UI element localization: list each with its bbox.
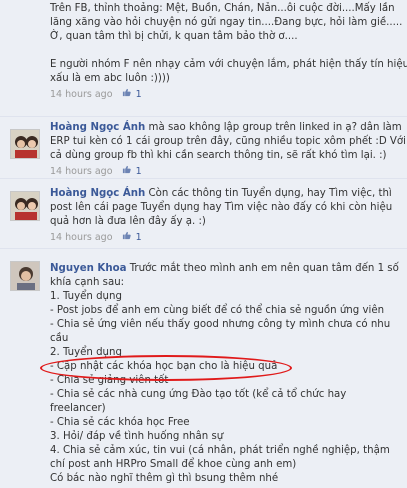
comment-meta: 14 hours ago 1 [50, 165, 387, 177]
comment-line: - Chia sẻ các nhà cung ứng Đào tạo tốt (… [50, 389, 347, 400]
comment-line: - Post jobs để anh em cùng biết để có th… [50, 305, 385, 316]
comment: Nguyen Khoa Trước mắt theo mình anh em n… [0, 249, 407, 488]
comment-line: chí post anh HRPro Small để khoe cùng an… [50, 459, 297, 470]
comment-meta: 14 hours ago 1 [50, 88, 387, 100]
timestamp-link[interactable]: 14 hours ago [50, 166, 113, 177]
comment-line: ERP tui kèn có 1 cái group trên đây, cũn… [50, 136, 406, 147]
comment-text: Nguyen Khoa Trước mắt theo mình anh em n… [50, 262, 399, 486]
comment-line: - Chia sẻ giảng viên tốt [50, 375, 169, 386]
thumbs-up-icon[interactable] [122, 231, 131, 243]
comment: Hoàng Ngọc Ánh mà sao không lập group tr… [0, 117, 407, 179]
thumbs-up-icon[interactable] [122, 88, 131, 100]
comment-line [50, 44, 387, 58]
avatar[interactable] [10, 261, 40, 291]
comment-line: - Chia sẻ ứng viên nếu thấy good nhưng c… [50, 319, 391, 330]
comment-line: mà sao không lập group trên linked in ạ?… [148, 122, 402, 133]
timestamp-link[interactable]: 14 hours ago [50, 232, 113, 243]
comment-line: - Chia sẻ các khóa học Free [50, 417, 190, 428]
comment-line: - Cập nhật các khóa học bạn cho là hiệu … [50, 361, 278, 372]
comment-line: khía cạnh sau: [50, 277, 125, 288]
comment-line: xấu là em abc luôn :)))) [50, 73, 170, 84]
comment-body: Hoàng Ngọc Ánh Còn các thông tin Tuyển d… [50, 187, 393, 243]
comment-line: E người nhóm F nên nhạy cảm với chuyện l… [50, 59, 407, 70]
comment-line: freelancer) [50, 403, 106, 414]
comment-body: Trên FB, thỉnh thoảng: Mệt, Buồn, Chán, … [50, 2, 407, 100]
comment-line: Còn các thông tin Tuyển dụng, hay Tìm vi… [148, 188, 392, 199]
comment-body: Hoàng Ngọc Ánh mà sao không lập group tr… [50, 121, 406, 177]
author-link[interactable]: Hoàng Ngọc Ánh [50, 122, 145, 133]
comment: Trên FB, thỉnh thoảng: Mệt, Buồn, Chán, … [0, 0, 407, 117]
comment-text: Hoàng Ngọc Ánh mà sao không lập group tr… [50, 121, 406, 163]
author-link[interactable]: Hoàng Ngọc Ánh [50, 188, 145, 199]
comment-line: 3. Hỏi/ đáp về tình huống nhân sự [50, 431, 224, 442]
comment-line: 1. Tuyển dụng [50, 291, 122, 302]
comment-line: Trên FB, thỉnh thoảng: Mệt, Buồn, Chán, … [50, 3, 395, 14]
comment-line: 4. Chia sẻ cảm xúc, tin vui (cá nhân, ph… [50, 445, 390, 456]
timestamp-link[interactable]: 14 hours ago [50, 89, 113, 100]
comment-line: Trước mắt theo mình anh em nên quan tâm … [129, 263, 399, 274]
like-count[interactable]: 1 [136, 89, 142, 100]
comment-line: quả hơn là đưa lên đây ấy ạ. :) [50, 216, 206, 227]
comment: Hoàng Ngọc Ánh Còn các thông tin Tuyển d… [0, 179, 407, 249]
comment-line: post lên cái page Tuyển dụng hay Tìm việ… [50, 202, 393, 213]
comment-line: Có bác nào nghĩ thêm gì thì bsung thêm n… [50, 473, 279, 484]
comment-line: 2. Tuyển dụng [50, 347, 122, 358]
comment-text: Trên FB, thỉnh thoảng: Mệt, Buồn, Chán, … [50, 2, 407, 86]
comment-meta: 14 hours ago 1 [50, 231, 387, 243]
like-count[interactable]: 1 [136, 232, 142, 243]
comment-stream: Trên FB, thỉnh thoảng: Mệt, Buồn, Chán, … [0, 0, 407, 488]
comment-line: cầu [50, 333, 69, 344]
avatar[interactable] [10, 129, 40, 159]
comment-line: lăng xăng vào hỏi chuyện nó gửi ngay tin… [50, 17, 403, 28]
comment-text: Hoàng Ngọc Ánh Còn các thông tin Tuyển d… [50, 187, 393, 229]
thumbs-up-icon[interactable] [122, 165, 131, 177]
like-count[interactable]: 1 [136, 166, 142, 177]
avatar[interactable] [10, 191, 40, 221]
comment-body: Nguyen Khoa Trước mắt theo mình anh em n… [50, 262, 399, 486]
comment-line: cả dùng group fb thì khi cần search thôn… [50, 150, 387, 161]
author-link[interactable]: Nguyen Khoa [50, 263, 126, 274]
comment-line: Ờ, quan tâm thì bị chửi, k quan tâm bảo … [50, 31, 298, 42]
